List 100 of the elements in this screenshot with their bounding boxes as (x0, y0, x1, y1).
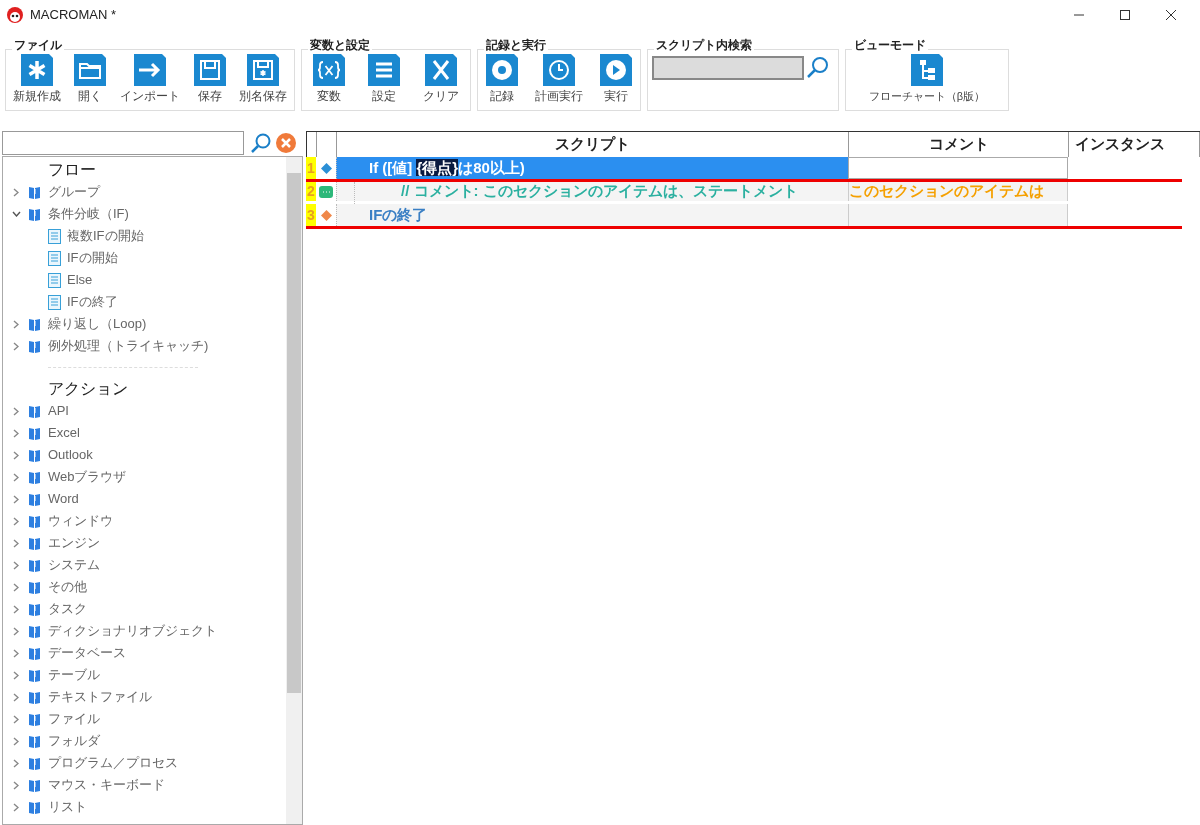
expand-chevron-icon[interactable] (13, 494, 19, 504)
script-search-field[interactable] (652, 56, 804, 80)
book-icon (29, 602, 40, 616)
group-title: 変数と設定 (308, 36, 372, 54)
expand-chevron-icon[interactable] (13, 406, 19, 416)
tree-item[interactable]: 繰り返し（Loop) (48, 314, 147, 334)
expand-chevron-icon[interactable] (13, 341, 19, 351)
expand-chevron-icon[interactable] (13, 187, 19, 197)
book-icon (29, 404, 40, 418)
expand-chevron-icon[interactable] (13, 626, 19, 636)
tree-item[interactable]: API (48, 401, 69, 421)
tree-item[interactable]: Excel (48, 423, 80, 443)
expand-chevron-icon[interactable] (13, 802, 19, 812)
tree-item[interactable]: タスク (48, 599, 87, 619)
record-icon (486, 54, 519, 86)
scrollbar[interactable] (286, 157, 302, 824)
book-icon (29, 470, 40, 484)
expand-chevron-icon[interactable] (13, 560, 19, 570)
tree-item[interactable]: Else (67, 270, 93, 290)
clear-icon[interactable] (276, 133, 296, 153)
expand-chevron-icon[interactable] (13, 736, 19, 746)
tree-item[interactable]: 複数IFの開始 (67, 226, 144, 246)
tree-item[interactable]: エンジン (48, 533, 100, 553)
variable-icon (313, 54, 346, 86)
tree-item[interactable]: IFの開始 (67, 248, 118, 268)
expand-chevron-icon[interactable] (13, 516, 19, 526)
toolbar-button[interactable]: 変数 (313, 54, 346, 105)
tree-item[interactable]: テーブル (48, 665, 100, 685)
tree-item[interactable]: Word (48, 489, 79, 509)
tree-item[interactable]: リスト (48, 797, 87, 817)
tree-item[interactable]: 条件分岐（IF) (48, 204, 129, 224)
lines-icon (368, 54, 400, 86)
tree-item[interactable]: ディクショナリオブジェクト (48, 621, 217, 641)
comment-icon (319, 185, 333, 198)
expand-chevron-icon[interactable] (13, 604, 19, 614)
book-icon (29, 756, 40, 770)
tree-item[interactable]: データベース (48, 643, 126, 663)
book-icon (29, 558, 40, 572)
toolbar-button[interactable]: 設定 (368, 54, 400, 105)
tree-item[interactable]: フォルダ (48, 731, 100, 751)
book-icon (29, 690, 40, 704)
tree-item[interactable]: ファイル (48, 709, 100, 729)
tree-item[interactable]: ウィンドウ (48, 511, 113, 531)
comment-cell[interactable] (848, 157, 1068, 179)
toolbar-button[interactable]: クリア (422, 54, 459, 105)
tree-item[interactable]: Outlook (48, 445, 93, 465)
book-icon (29, 712, 40, 726)
book-icon (29, 646, 40, 660)
expand-chevron-icon[interactable] (13, 648, 19, 658)
search-icon[interactable] (250, 132, 272, 154)
book-icon (29, 207, 40, 221)
toolbar-button[interactable]: 開く (74, 54, 107, 105)
group-title: スクリプト内検索 (654, 36, 754, 54)
toolbar-button[interactable]: 新規作成 (12, 54, 61, 105)
toolbar-button[interactable]: 計画実行 (535, 54, 583, 105)
tree-search-field[interactable] (2, 131, 244, 155)
flowchart-button[interactable]: フローチャート（β版） (868, 54, 986, 105)
expand-chevron-icon[interactable] (13, 582, 19, 592)
play-icon (599, 54, 632, 86)
expand-chevron-icon[interactable] (13, 714, 19, 724)
line-number: 3 (306, 204, 316, 226)
book-icon (29, 734, 40, 748)
tree-item[interactable]: グループ (48, 182, 100, 202)
expand-chevron-icon[interactable] (13, 472, 19, 482)
expand-chevron-icon[interactable] (13, 428, 19, 438)
expand-chevron-icon[interactable] (13, 780, 19, 790)
tree-item[interactable]: 例外処理（トライキャッチ) (48, 336, 209, 356)
book-icon (29, 492, 40, 506)
script-cell[interactable]: IFの終了 (336, 204, 848, 226)
search-icon[interactable] (806, 56, 830, 80)
toolbar-button[interactable]: 保存 (193, 54, 226, 105)
group-title: ビューモード (852, 36, 928, 54)
comment-cell[interactable] (848, 204, 1068, 226)
toolbar-button[interactable]: 実行 (599, 54, 632, 105)
collapse-chevron-icon[interactable] (11, 211, 21, 217)
expand-chevron-icon[interactable] (13, 670, 19, 680)
tree-item[interactable]: IFの終了 (67, 292, 118, 312)
tree-item[interactable]: テキストファイル (48, 687, 152, 707)
expand-chevron-icon[interactable] (13, 758, 19, 768)
diamond-icon (320, 209, 332, 221)
book-icon (29, 514, 40, 528)
document-icon (48, 272, 61, 288)
toolbar-button[interactable]: インポート (120, 54, 180, 105)
book-icon (29, 185, 40, 199)
expand-chevron-icon[interactable] (13, 319, 19, 329)
section-heading: フロー (47, 160, 97, 180)
tree-item[interactable]: プログラム／プロセス (48, 753, 178, 773)
column-header[interactable]: インスタンス (1069, 132, 1200, 157)
tree-item[interactable]: Webブラウザ (48, 467, 127, 487)
group-title: 記録と実行 (484, 36, 548, 54)
expand-chevron-icon[interactable] (13, 450, 19, 460)
expand-chevron-icon[interactable] (13, 692, 19, 702)
tree-item[interactable]: システム (48, 555, 100, 575)
tree-item[interactable]: その他 (48, 577, 87, 597)
toolbar-button[interactable]: 記録 (486, 54, 519, 105)
toolbar-button[interactable]: 別名保存 (239, 54, 288, 105)
tree-item[interactable]: マウス・キーボード (48, 775, 165, 795)
book-icon (29, 536, 40, 550)
expand-chevron-icon[interactable] (13, 538, 19, 548)
script-row[interactable]: 3 IFの終了 (306, 204, 1182, 229)
